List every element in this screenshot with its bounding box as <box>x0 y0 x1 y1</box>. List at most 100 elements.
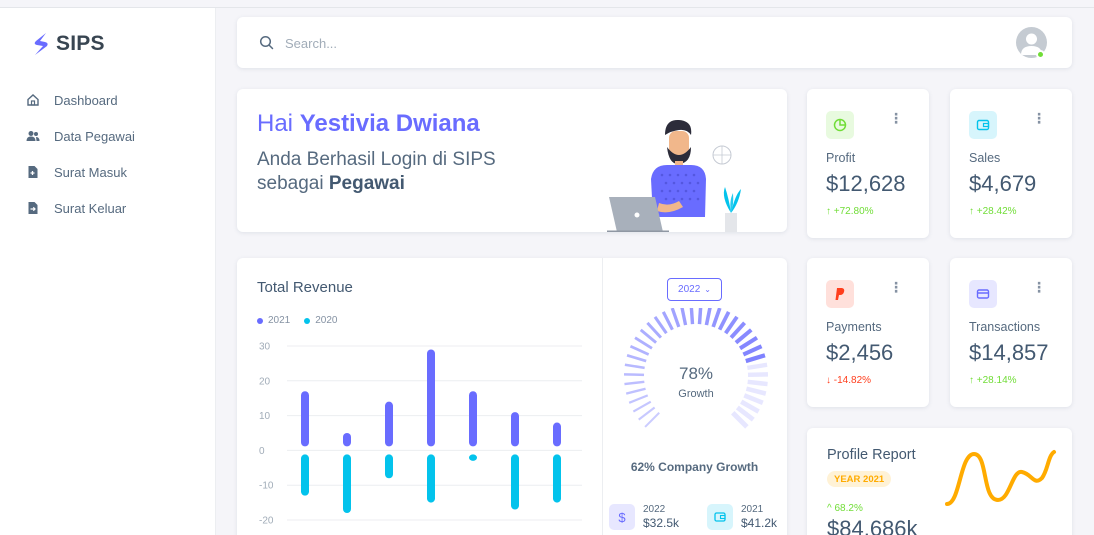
gauge-tick <box>644 412 660 428</box>
brand-logo-icon <box>34 33 48 55</box>
stat-value: $2,456 <box>826 340 894 365</box>
bar-2021-5[interactable] <box>469 391 477 447</box>
sidebar-item-surat-masuk[interactable]: Surat Masuk <box>26 154 135 190</box>
stat-change: ↑ +28.14% <box>969 375 1017 386</box>
bar-2020-7[interactable] <box>553 454 561 503</box>
sidebar-item-label: Surat Masuk <box>54 164 127 180</box>
gauge-tick <box>745 386 767 396</box>
bar-2021-2[interactable] <box>343 433 351 447</box>
sidebar-item-label: Dashboard <box>54 92 118 108</box>
bar-2020-4[interactable] <box>427 454 435 503</box>
credit-card-icon <box>969 280 997 308</box>
stat-value: $14,857 <box>969 340 1049 365</box>
greeting-text: Hai <box>257 110 294 137</box>
transactions-card: ⋮ Transactions $14,857 ↑ +28.14% <box>950 258 1072 407</box>
gauge-tick <box>742 344 763 357</box>
profile-sparkline <box>945 450 1056 506</box>
arrow-up-icon: ↑ <box>969 206 977 217</box>
mini-stat-2022: $ 2022 $32.5k <box>609 504 679 530</box>
top-border <box>0 0 1094 8</box>
user-name: Yestivia Dwiana <box>299 110 480 137</box>
gauge-tick <box>625 387 646 395</box>
more-options-icon[interactable]: ⋮ <box>889 280 903 294</box>
profit-card: ⋮ Profit $12,628 ↑ +72.80% <box>807 89 929 238</box>
file-out-icon <box>26 201 40 215</box>
bar-2020-2[interactable] <box>343 454 351 514</box>
more-options-icon[interactable]: ⋮ <box>1032 111 1046 125</box>
bar-2020-3[interactable] <box>385 454 393 479</box>
year-select-value: 2022 <box>678 284 701 295</box>
bar-2020-6[interactable] <box>511 454 519 510</box>
year-select-dropdown[interactable]: 2022 ⌄ <box>667 278 722 301</box>
sidebar: SIPS Dashboard Data Pegawai Surat Masuk … <box>0 8 216 535</box>
sidebar-item-surat-keluar[interactable]: Surat Keluar <box>26 190 135 226</box>
file-in-icon <box>26 165 40 179</box>
gauge-tick <box>745 353 766 364</box>
stat-change: ↑ +72.80% <box>826 206 874 217</box>
sidebar-item-label: Surat Keluar <box>54 200 127 216</box>
bar-2021-1[interactable] <box>301 391 309 447</box>
gauge-tick <box>661 311 674 331</box>
profile-value: $84,686k <box>827 516 918 535</box>
y-tick-label: 10 <box>259 411 271 422</box>
arrow-up-icon: ↑ <box>969 375 977 386</box>
sidebar-menu: Dashboard Data Pegawai Surat Masuk Surat… <box>26 82 135 226</box>
man-with-laptop-illustration <box>607 119 741 232</box>
gauge-tick <box>628 394 649 404</box>
paypal-icon <box>826 280 854 308</box>
arrow-up-icon: ↑ <box>826 206 834 217</box>
bar-2021-7[interactable] <box>553 422 561 447</box>
more-options-icon[interactable]: ⋮ <box>1032 280 1046 294</box>
card-divider <box>602 258 603 535</box>
stat-change: ↓ -14.82% <box>826 375 872 386</box>
gauge-tick <box>638 406 656 421</box>
bar-2021-3[interactable] <box>385 401 393 447</box>
gauge-tick <box>689 308 695 325</box>
payments-card: ⋮ Payments $2,456 ↓ -14.82% <box>807 258 929 407</box>
search-input[interactable] <box>285 31 685 55</box>
stat-label: Payments <box>826 320 882 334</box>
gauge-tick <box>717 310 731 331</box>
y-tick-label: 0 <box>259 446 265 457</box>
gauge-tick <box>697 308 703 325</box>
stat-label: Transactions <box>969 320 1041 334</box>
total-revenue-card: Total Revenue 2021 2020 30 20 10 0 -10 -20 20… <box>237 258 787 535</box>
more-options-icon[interactable]: ⋮ <box>889 111 903 125</box>
home-icon <box>26 93 40 107</box>
y-tick-label: 30 <box>259 342 271 353</box>
stat-value: $4,679 <box>969 171 1037 196</box>
bar-2020-5[interactable] <box>469 454 477 461</box>
mini-stat-value: $41.2k <box>741 516 778 530</box>
revenue-bar-chart: 30 20 10 0 -10 -20 <box>259 342 582 527</box>
gauge-tick <box>711 308 722 328</box>
sidebar-item-label: Data Pegawai <box>54 128 135 144</box>
gauge-tick <box>632 400 652 413</box>
stat-label: Sales <box>969 151 1001 165</box>
stat-value: $12,628 <box>826 171 906 196</box>
y-tick-label: 20 <box>259 376 271 387</box>
gauge-tick <box>624 380 645 386</box>
gauge-tick <box>626 354 647 363</box>
growth-label: Growth <box>678 388 714 400</box>
gauge-tick <box>743 393 764 405</box>
gauge-tick <box>670 308 681 328</box>
bar-2021-6[interactable] <box>511 412 519 447</box>
search-icon <box>259 35 274 50</box>
wallet-icon <box>969 111 997 139</box>
sidebar-item-dashboard[interactable]: Dashboard <box>26 82 135 118</box>
wallet-icon <box>707 504 733 530</box>
stat-label: Profit <box>826 151 856 165</box>
profile-report-title: Profile Report <box>827 447 916 463</box>
bar-2021-4[interactable] <box>427 349 435 447</box>
bar-2020-1[interactable] <box>301 454 309 496</box>
gauge-tick <box>634 336 653 350</box>
brand[interactable]: SIPS <box>32 32 105 56</box>
pie-chart-icon <box>826 111 854 139</box>
y-tick-label: -10 <box>259 481 274 492</box>
role-prefix: sebagai <box>257 173 324 194</box>
stat-change: ↑ +28.42% <box>969 206 1017 217</box>
top-navbar <box>237 17 1072 68</box>
online-status-dot <box>1036 50 1045 59</box>
gauge-tick <box>747 362 768 371</box>
sidebar-item-data-pegawai[interactable]: Data Pegawai <box>26 118 135 154</box>
